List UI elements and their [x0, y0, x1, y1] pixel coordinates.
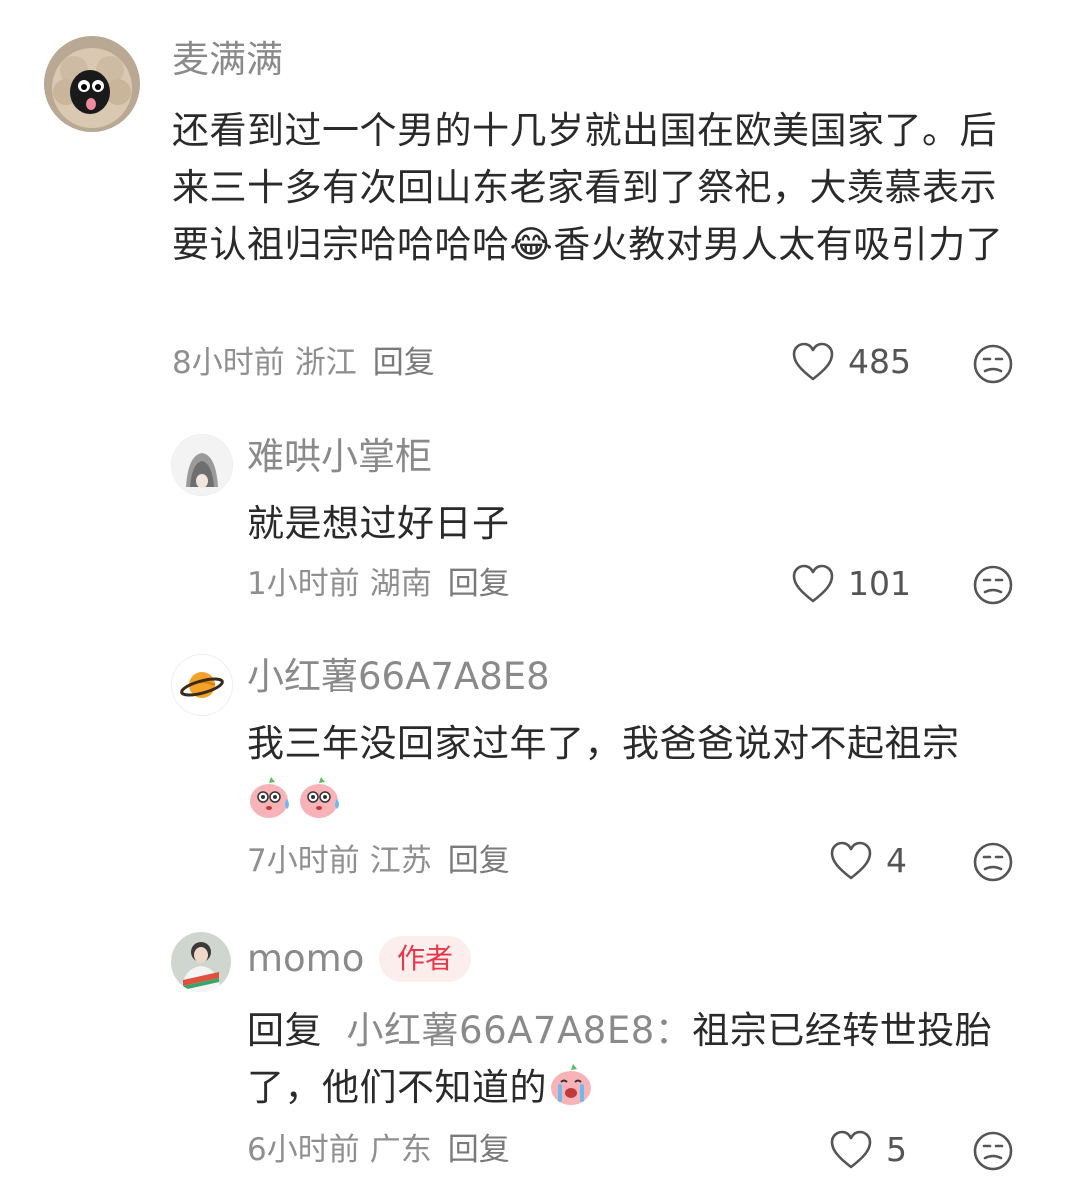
comment-text-part: 香火教对男人太有吸引力了: [553, 223, 1004, 266]
comment-location: 浙江: [294, 345, 357, 381]
comment-username[interactable]: 麦满满: [172, 38, 283, 82]
reply-location: 湖南: [369, 566, 432, 602]
unhappy-face-icon: [973, 1131, 1013, 1171]
reply-text-part: 我三年没回家过年了，我爸爸说对不起祖宗: [247, 722, 960, 765]
reply-item: 难哄小掌柜 就是想过好日子 1小时前 湖南 回复 101: [0, 420, 1079, 620]
heart-icon: [792, 342, 834, 381]
like-count: 5: [886, 1130, 907, 1169]
comment-time: 8小时前: [172, 345, 285, 381]
reply-text: 我三年没回家过年了，我爸爸说对不起祖宗: [247, 715, 1017, 835]
crying-peach-emoji-icon: [547, 1062, 595, 1122]
reply-meta: 1小时前 湖南 回复: [247, 564, 510, 604]
photo-avatar[interactable]: [171, 932, 231, 992]
like-button[interactable]: 101: [792, 564, 911, 604]
like-button[interactable]: 5: [830, 1130, 907, 1170]
reply-username[interactable]: momo: [247, 937, 364, 981]
heart-icon: [792, 564, 834, 603]
comment-item: 麦满满 还看到过一个男的十几岁就出国在欧美国家了。后来三十多有次回山东老家看到了…: [0, 0, 1079, 400]
grey-hair-avatar[interactable]: [171, 434, 233, 496]
reply-location: 江苏: [369, 843, 432, 879]
dislike-button[interactable]: [972, 343, 1014, 389]
mention-link[interactable]: 小红薯66A7A8E8：: [347, 1009, 693, 1052]
reply-button[interactable]: 回复: [448, 1132, 510, 1168]
reply-item: momo 作者 回复 小红薯66A7A8E8：祖宗已经转世投胎了，他们不知道的 …: [0, 918, 1079, 1186]
unhappy-face-icon: [973, 842, 1013, 882]
dislike-button[interactable]: [972, 1130, 1014, 1176]
like-count: 4: [886, 841, 907, 880]
comment-text: 还看到过一个男的十几岁就出国在欧美国家了。后来三十多有次回山东老家看到了祭祀，大…: [172, 102, 1032, 273]
reply-text: 就是想过好日子: [247, 502, 510, 545]
reply-time: 1小时前: [247, 566, 360, 602]
reply-location: 广东: [369, 1132, 432, 1168]
author-badge: 作者: [379, 936, 472, 982]
unhappy-face-icon: [973, 344, 1013, 384]
unhappy-face-icon: [973, 565, 1013, 605]
dislike-button[interactable]: [972, 564, 1014, 610]
like-button[interactable]: 4: [830, 841, 907, 881]
dislike-button[interactable]: [972, 841, 1014, 887]
reply-meta: 6小时前 广东 回复: [247, 1130, 510, 1170]
reply-username[interactable]: 难哄小掌柜: [247, 435, 432, 479]
reply-meta: 7小时前 江苏 回复: [247, 841, 510, 881]
laughing-tears-emoji-icon: 😂: [509, 223, 554, 266]
reply-button[interactable]: 回复: [373, 345, 435, 381]
reply-time: 7小时前: [247, 843, 360, 879]
like-count: 485: [848, 342, 911, 381]
reply-button[interactable]: 回复: [448, 566, 510, 602]
planet-avatar[interactable]: [171, 654, 233, 716]
reply-button[interactable]: 回复: [448, 843, 510, 879]
comment-meta: 8小时前 浙江 回复: [172, 343, 435, 383]
sheep-avatar[interactable]: [44, 36, 140, 132]
reply-item: 小红薯66A7A8E8 我三年没回家过年了，我爸爸说对不起祖宗 7小时前 江苏 回复…: [0, 640, 1079, 900]
reply-username[interactable]: 小红薯66A7A8E8: [247, 655, 550, 699]
reply-text: 回复 小红薯66A7A8E8：祖宗已经转世投胎了，他们不知道的: [247, 1002, 1027, 1122]
reply-time: 6小时前: [247, 1132, 360, 1168]
heart-icon: [830, 1130, 872, 1169]
sweating-peach-emoji-icon: [247, 775, 343, 835]
reply-prefix: 回复: [247, 1009, 322, 1052]
heart-icon: [830, 841, 872, 880]
like-count: 101: [848, 564, 911, 603]
like-button[interactable]: 485: [792, 342, 911, 382]
